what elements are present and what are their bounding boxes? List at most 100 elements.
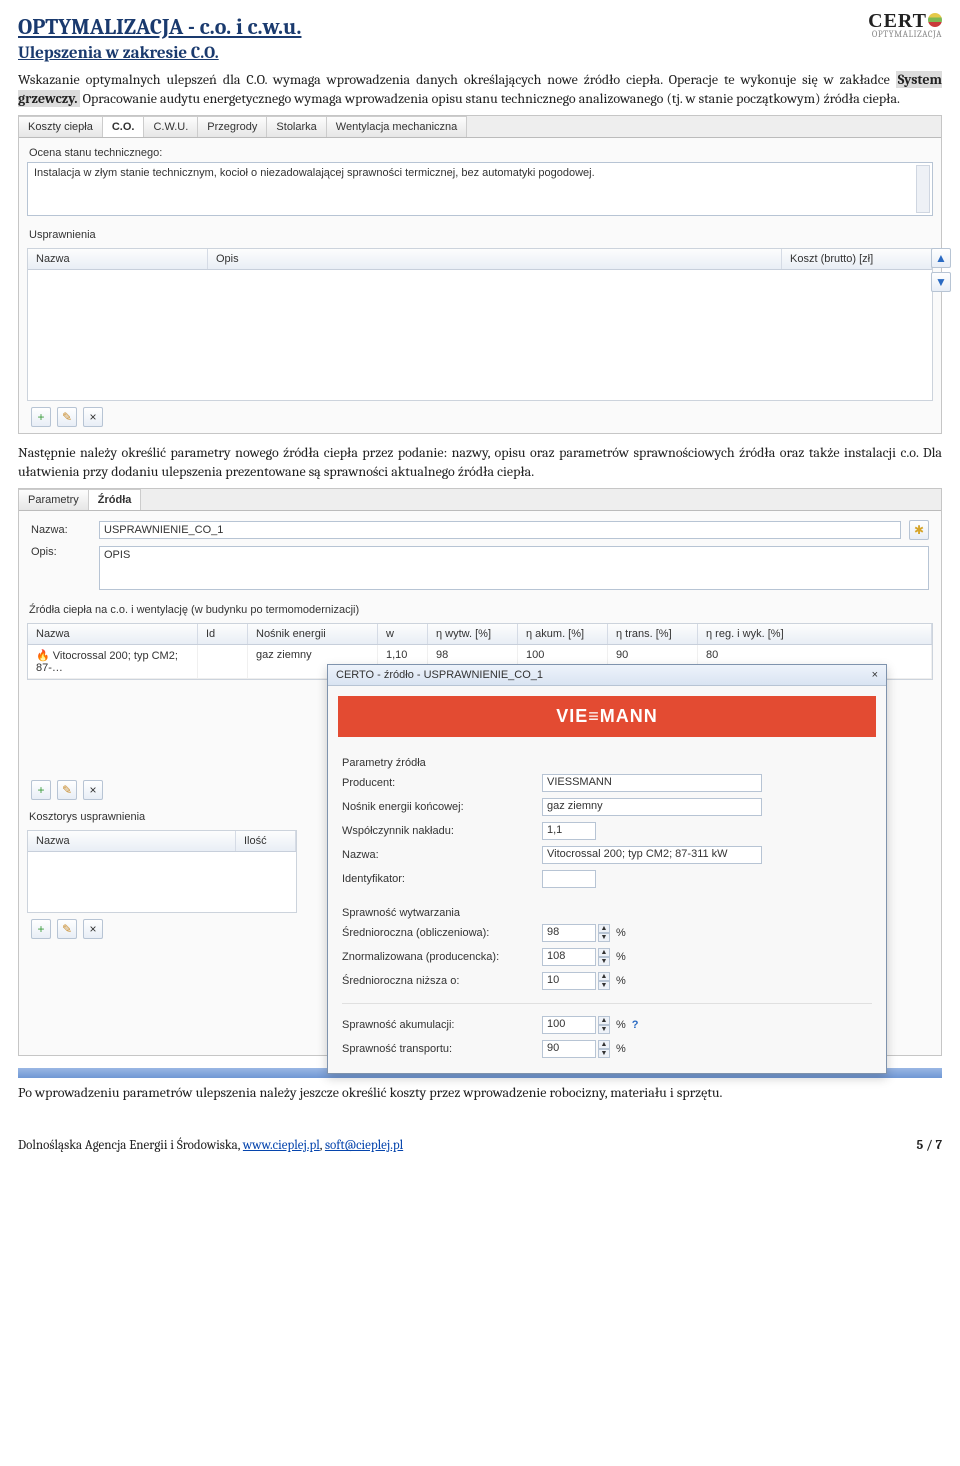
src-edit-button[interactable]: ✎ xyxy=(57,780,77,800)
eff-norm-input[interactable]: 108 xyxy=(542,948,596,966)
page-title: OPTYMALIZACJA - c.o. i c.w.u. xyxy=(18,14,301,40)
help-icon[interactable]: ? xyxy=(632,1019,639,1031)
assessment-value: Instalacja w złym stanie technicznym, ko… xyxy=(34,167,595,179)
spinner-up[interactable]: ▲ xyxy=(598,972,610,981)
source-dialog: CERTO - źródło - USPRAWNIENIE_CO_1 × VIE… xyxy=(327,664,887,1074)
tab-cwu[interactable]: C.W.U. xyxy=(144,116,198,137)
eff-low-input[interactable]: 10 xyxy=(542,972,596,990)
spinner-down[interactable]: ▼ xyxy=(598,981,610,990)
page-number: 5 / 7 xyxy=(917,1138,942,1153)
dlg-id-label: Identyfikator: xyxy=(342,873,542,885)
eff-avg-input[interactable]: 98 xyxy=(542,924,596,942)
carrier-select[interactable]: gaz ziemny xyxy=(542,798,762,816)
src-col-id: Id xyxy=(198,624,248,644)
kosz-col-name: Nazwa xyxy=(28,831,236,851)
tab-przegrody[interactable]: Przegrody xyxy=(198,116,267,137)
trans-label: Sprawność transportu: xyxy=(342,1043,542,1055)
spinner-down[interactable]: ▼ xyxy=(598,957,610,966)
src-col-w: w xyxy=(378,624,428,644)
tab-parametry[interactable]: Parametry xyxy=(19,489,89,510)
footer-link-email[interactable]: soft@cieplej.pl xyxy=(325,1138,403,1153)
dialog-section-params: Parametry źródła xyxy=(342,751,872,771)
improvements-label: Usprawnienia xyxy=(27,226,933,244)
desc-label: Opis: xyxy=(31,546,91,558)
trans-input[interactable]: 90 xyxy=(542,1040,596,1058)
dialog-title: CERTO - źródło - USPRAWNIENIE_CO_1 xyxy=(336,669,543,681)
akum-unit: % xyxy=(616,1019,626,1031)
page-subtitle: Ulepszenia w zakresie C.O. xyxy=(18,44,301,63)
edit-button[interactable]: ✎ xyxy=(57,407,77,427)
logo-text: CERT xyxy=(868,10,927,32)
kosz-edit-button[interactable]: ✎ xyxy=(57,919,77,939)
footer-link-site[interactable]: www.cieplej.pl xyxy=(243,1138,320,1153)
page-footer: Dolnośląska Agencja Energii i Środowiska… xyxy=(18,1138,942,1153)
src-col-etar: η reg. i wyk. [%] xyxy=(698,624,932,644)
spinner-up[interactable]: ▲ xyxy=(598,1040,610,1049)
spinner-up[interactable]: ▲ xyxy=(598,948,610,957)
spinner-down[interactable]: ▼ xyxy=(598,1025,610,1034)
eff-avg-unit: % xyxy=(616,927,626,939)
grid-body-empty[interactable] xyxy=(28,270,932,400)
mid-paragraph: Następnie należy określić parametry nowe… xyxy=(18,444,942,482)
src-col-etaa: η akum. [%] xyxy=(518,624,608,644)
improvements-grid: Nazwa Opis Koszt (brutto) [zł] xyxy=(27,248,933,401)
intro-text-a: Wskazanie optymalnych ulepszeń dla C.O. … xyxy=(18,71,896,88)
src-add-button[interactable]: + xyxy=(31,780,51,800)
assessment-label: Ocena stanu technicznego: xyxy=(27,144,933,162)
tab-strip-2: Parametry Źródła xyxy=(19,489,941,511)
tab-co[interactable]: C.O. xyxy=(103,116,145,137)
producer-label: Producent: xyxy=(342,777,542,789)
kosz-delete-button[interactable]: × xyxy=(83,919,103,939)
dlg-id-input[interactable] xyxy=(542,870,596,888)
outro-paragraph: Po wprowadzeniu parametrów ulepszenia na… xyxy=(18,1084,942,1103)
logo-orb-icon xyxy=(928,13,942,27)
src-col-etaw: η wytw. [%] xyxy=(428,624,518,644)
kosz-add-button[interactable]: + xyxy=(31,919,51,939)
kosztorys-grid: Nazwa Ilość xyxy=(27,830,297,913)
delete-button[interactable]: × xyxy=(83,407,103,427)
scrollbar[interactable] xyxy=(916,165,930,213)
dialog-section-eff: Sprawność wytwarzania xyxy=(342,901,872,921)
footer-org: Dolnośląska Agencja Energii i Środowiska… xyxy=(18,1138,243,1153)
tab-wentylacja[interactable]: Wentylacja mechaniczna xyxy=(327,116,467,137)
src-cell-name: 🔥 Vitocrossal 200; typ CM2; 87-… xyxy=(28,645,198,678)
name-label: Nazwa: xyxy=(31,524,91,536)
tab-zrodla[interactable]: Źródła xyxy=(89,489,142,510)
name-input[interactable]: USPRAWNIENIE_CO_1 xyxy=(99,521,901,539)
assessment-textarea[interactable]: Instalacja w złym stanie technicznym, ko… xyxy=(27,162,933,216)
akum-input[interactable]: 100 xyxy=(542,1016,596,1034)
spinner-down[interactable]: ▼ xyxy=(598,933,610,942)
src-delete-button[interactable]: × xyxy=(83,780,103,800)
logo-subtext: OPTYMALIZACJA xyxy=(868,31,942,40)
tab-stolarka[interactable]: Stolarka xyxy=(267,116,326,137)
eff-low-unit: % xyxy=(616,975,626,987)
intro-paragraph: Wskazanie optymalnych ulepszeń dla C.O. … xyxy=(18,71,942,109)
spinner-down[interactable]: ▼ xyxy=(598,1049,610,1058)
src-col-etat: η trans. [%] xyxy=(608,624,698,644)
eff-avg-label: Średnioroczna (obliczeniowa): xyxy=(342,927,542,939)
producer-select[interactable]: VIESSMANN xyxy=(542,774,762,792)
add-button[interactable]: + xyxy=(31,407,51,427)
kosz-col-qty: Ilość xyxy=(236,831,296,851)
dialog-close-button[interactable]: × xyxy=(872,669,878,681)
eff-norm-label: Znormalizowana (producencka): xyxy=(342,951,542,963)
trans-unit: % xyxy=(616,1043,626,1055)
intro-text-b: Opracowanie audytu energetycznego wymaga… xyxy=(83,90,900,107)
move-down-button[interactable]: ▼ xyxy=(931,272,951,292)
spinner-up[interactable]: ▲ xyxy=(598,924,610,933)
spinner-up[interactable]: ▲ xyxy=(598,1016,610,1025)
akum-label: Sprawność akumulacji: xyxy=(342,1019,542,1031)
move-up-button[interactable]: ▲ xyxy=(931,248,951,268)
coeff-input[interactable]: 1,1 xyxy=(542,822,596,840)
name-star-button[interactable]: ✱ xyxy=(909,520,929,540)
coeff-label: Współczynnik nakładu: xyxy=(342,825,542,837)
sources-section-label: Źródła ciepła na c.o. i wentylację (w bu… xyxy=(27,601,933,619)
desc-textarea[interactable]: OPIS xyxy=(99,546,929,590)
viessmann-brandbar: VIE≡MANN xyxy=(338,696,876,737)
col-cost: Koszt (brutto) [zł] xyxy=(782,249,932,269)
src-col-carrier: Nośnik energii xyxy=(248,624,378,644)
tab-koszty-ciepla[interactable]: Koszty ciepła xyxy=(19,116,103,137)
dlg-name-select[interactable]: Vitocrossal 200; typ CM2; 87-311 kW xyxy=(542,846,762,864)
kosztorys-body[interactable] xyxy=(28,852,296,912)
screenshot-co-tab: Koszty ciepła C.O. C.W.U. Przegrody Stol… xyxy=(18,115,942,434)
